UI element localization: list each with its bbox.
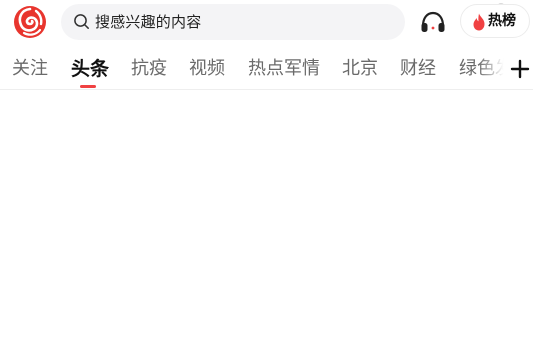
search-input[interactable]: 搜感兴趣的内容 <box>95 4 201 40</box>
headphone-icon[interactable] <box>419 9 447 35</box>
active-tab-indicator <box>80 85 96 88</box>
tab-video[interactable]: 视频 <box>189 56 225 82</box>
tab-anti-epidemic[interactable]: 抗疫 <box>131 56 167 82</box>
tab-follow[interactable]: 关注 <box>12 56 48 82</box>
top-bar: 搜感兴趣的内容 热榜 <box>0 0 533 46</box>
tab-finance[interactable]: 财经 <box>400 56 436 82</box>
hot-list-label: 热榜 <box>488 13 516 29</box>
tab-beijing[interactable]: 北京 <box>342 56 378 82</box>
phoenix-logo-icon[interactable] <box>12 4 48 40</box>
plus-icon[interactable] <box>507 56 533 82</box>
content-area <box>0 90 533 360</box>
tab-military[interactable]: 热点军情 <box>248 56 320 82</box>
channel-tabs: 关注 头条 抗疫 视频 热点军情 北京 财经 绿色发展 <box>0 50 533 90</box>
hot-list-button[interactable]: 热榜 <box>460 4 530 38</box>
search-bar[interactable]: 搜感兴趣的内容 <box>61 4 405 40</box>
flame-icon <box>473 13 485 31</box>
search-icon <box>74 14 89 29</box>
tab-headlines[interactable]: 头条 <box>71 56 109 82</box>
app-page: 搜感兴趣的内容 热榜 关注 头条 抗疫 视频 热点军情 北京 财经 绿色发展 <box>0 0 533 360</box>
tabs-fade-overlay <box>478 50 508 90</box>
